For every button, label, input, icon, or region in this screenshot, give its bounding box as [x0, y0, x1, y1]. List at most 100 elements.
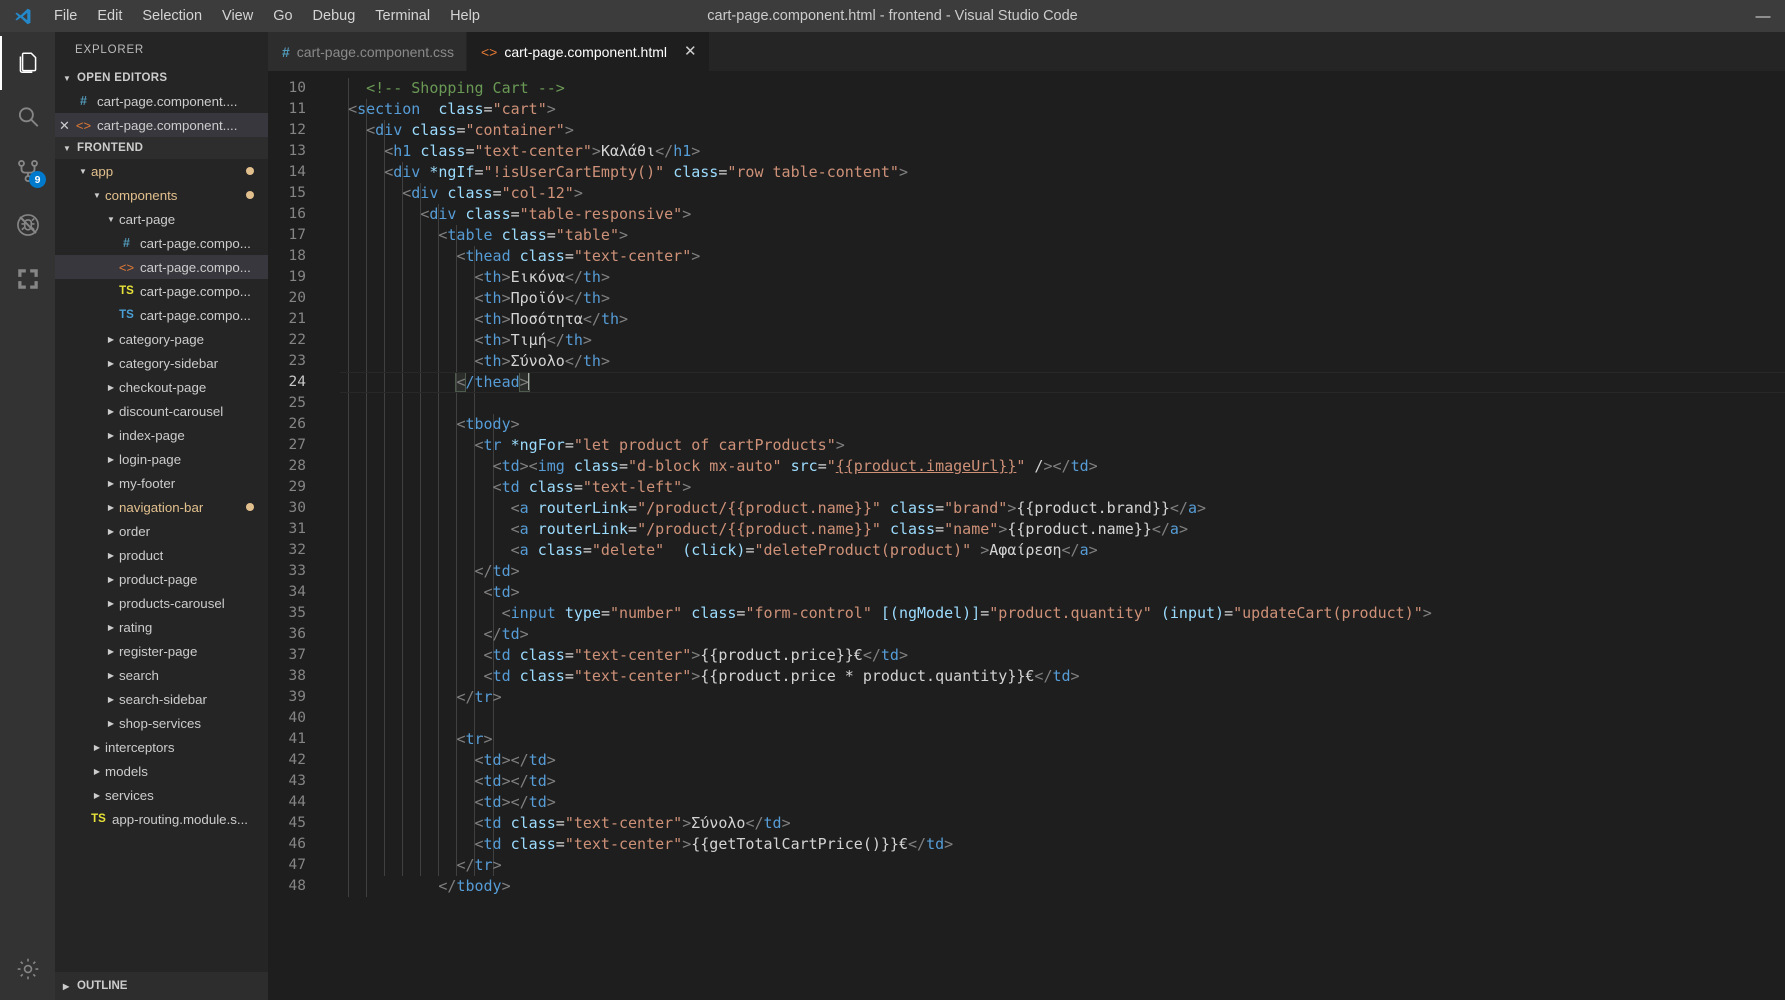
minimize-button[interactable]: —: [1741, 0, 1785, 32]
line-number: 46: [288, 836, 306, 852]
tree-folder-components[interactable]: ▼ components: [55, 183, 268, 207]
activity-extensions-button[interactable]: [0, 252, 55, 306]
outline-header[interactable]: OUTLINE: [55, 972, 268, 1000]
tree-folder-rating[interactable]: ▶ rating: [55, 615, 268, 639]
tree-item-label: rating: [119, 619, 153, 635]
activity-settings-button[interactable]: [0, 946, 55, 1000]
editor-area: # cart-page.component.css <> cart-page.c…: [268, 32, 1785, 1000]
code-text: <td><img class="d-block mx-auto" src="{{…: [492, 457, 1098, 475]
line-number: 31: [288, 521, 306, 537]
tree-item-label: cart-page: [119, 211, 176, 227]
close-tab-icon[interactable]: ✕: [684, 44, 697, 59]
tree-folder-services[interactable]: ▶ services: [55, 783, 268, 807]
tree-folder-login-page[interactable]: ▶ login-page: [55, 447, 268, 471]
tree-folder-register-page[interactable]: ▶ register-page: [55, 639, 268, 663]
code-line: 37 <td class="text-center">{{product.pri…: [268, 645, 1785, 666]
chevron-right-icon: ▶: [107, 334, 115, 344]
code-line: 22 <th>Τιμή</th>: [268, 330, 1785, 351]
menu-edit[interactable]: Edit: [87, 1, 132, 31]
open-editor-item-css[interactable]: # cart-page.component....: [55, 89, 268, 113]
tree-item-label: components: [105, 187, 178, 203]
line-number: 27: [288, 437, 306, 453]
tree-folder-my-footer[interactable]: ▶ my-footer: [55, 471, 268, 495]
tree-folder-discount-carousel[interactable]: ▶ discount-carousel: [55, 399, 268, 423]
chevron-right-icon: ▶: [107, 718, 115, 728]
close-icon[interactable]: ✕: [55, 119, 74, 132]
line-number: 19: [288, 269, 306, 285]
tree-file-cart-page-compo-[interactable]: # cart-page.compo...: [55, 231, 268, 255]
line-number: 11: [288, 101, 306, 117]
tree-folder-product-page[interactable]: ▶ product-page: [55, 567, 268, 591]
tree-folder-models[interactable]: ▶ models: [55, 759, 268, 783]
open-editor-item-html[interactable]: ✕ <> cart-page.component....: [55, 113, 268, 137]
workspace-header[interactable]: FRONTEND: [55, 137, 268, 159]
tree-folder-cart-page[interactable]: ▼ cart-page: [55, 207, 268, 231]
chevron-right-icon: ▶: [93, 742, 101, 752]
code-text: <a routerLink="/product/{{product.name}}…: [510, 520, 1188, 538]
tree-folder-order[interactable]: ▶ order: [55, 519, 268, 543]
tree-folder-shop-services[interactable]: ▶ shop-services: [55, 711, 268, 735]
tree-folder-index-page[interactable]: ▶ index-page: [55, 423, 268, 447]
tree-folder-product[interactable]: ▶ product: [55, 543, 268, 567]
line-number: 14: [288, 164, 306, 180]
code-editor[interactable]: 10 <!-- Shopping Cart --> 11 <section cla…: [268, 71, 1785, 1000]
tree-file-cart-page-compo-[interactable]: TS cart-page.compo...: [55, 303, 268, 327]
line-number: 38: [288, 668, 306, 684]
menu-help[interactable]: Help: [440, 1, 490, 31]
tree-file-app-routing-module-s-[interactable]: TS app-routing.module.s...: [55, 807, 268, 831]
vscode-logo-icon: [0, 7, 44, 26]
tree-item-label: cart-page.compo...: [140, 259, 251, 275]
line-number: 10: [288, 80, 306, 96]
open-editors-label: OPEN EDITORS: [77, 72, 168, 84]
activity-explorer-button[interactable]: [0, 36, 55, 90]
chevron-right-icon: ▶: [107, 430, 115, 440]
code-text: <tbody>: [456, 415, 520, 433]
tree-folder-app[interactable]: ▼ app: [55, 159, 268, 183]
code-line: 28 <td><img class="d-block mx-auto" src=…: [268, 456, 1785, 477]
workspace-label: FRONTEND: [77, 142, 144, 154]
tab-cart-page-css[interactable]: # cart-page.component.css: [268, 32, 467, 71]
open-editor-label: cart-page.component....: [97, 117, 238, 133]
menu-view[interactable]: View: [212, 1, 263, 31]
code-line: 18 <thead class="text-center">: [268, 246, 1785, 267]
menu-terminal[interactable]: Terminal: [365, 1, 440, 31]
line-number: 40: [288, 710, 306, 726]
code-text: <th>Ποσότητα</th>: [474, 310, 629, 328]
html-file-icon: <>: [481, 43, 498, 60]
tree-item-label: search: [119, 667, 159, 683]
menu-file[interactable]: File: [44, 1, 87, 31]
activity-source-control-button[interactable]: 9: [0, 144, 55, 198]
tree-folder-category-sidebar[interactable]: ▶ category-sidebar: [55, 351, 268, 375]
line-number: 28: [288, 458, 306, 474]
tree-folder-interceptors[interactable]: ▶ interceptors: [55, 735, 268, 759]
menu-debug[interactable]: Debug: [303, 1, 366, 31]
code-text: <tr *ngFor="let product of cartProducts"…: [474, 436, 845, 454]
tree-folder-products-carousel[interactable]: ▶ products-carousel: [55, 591, 268, 615]
tree-file-cart-page-compo-[interactable]: TS cart-page.compo...: [55, 279, 268, 303]
line-number: 26: [288, 416, 306, 432]
code-text: <th>Εικόνα</th>: [474, 268, 610, 286]
code-line: 36 </td>: [268, 624, 1785, 645]
tree-folder-category-page[interactable]: ▶ category-page: [55, 327, 268, 351]
tree-folder-checkout-page[interactable]: ▶ checkout-page: [55, 375, 268, 399]
menu-go[interactable]: Go: [263, 1, 302, 31]
code-line: 33 </td>: [268, 561, 1785, 582]
chevron-right-icon: ▶: [107, 622, 115, 632]
chevron-right-icon: ▶: [107, 454, 115, 464]
open-editors-header[interactable]: OPEN EDITORS: [55, 67, 268, 89]
tab-cart-page-html[interactable]: <> cart-page.component.html ✕: [467, 32, 710, 71]
line-number: 12: [288, 122, 306, 138]
file-tree: ▼ app ▼ components ▼ cart-page # cart-page.comp…: [55, 159, 268, 831]
tree-file-cart-page-compo-[interactable]: <> cart-page.compo...: [55, 255, 268, 279]
code-text: <div class="col-12">: [402, 184, 583, 202]
tree-folder-search[interactable]: ▶ search: [55, 663, 268, 687]
menu-selection[interactable]: Selection: [132, 1, 212, 31]
text-cursor: [527, 372, 530, 390]
tree-item-label: my-footer: [119, 475, 176, 491]
tree-folder-search-sidebar[interactable]: ▶ search-sidebar: [55, 687, 268, 711]
code-text: <thead class="text-center">: [456, 247, 701, 265]
activity-search-button[interactable]: [0, 90, 55, 144]
activity-run-debug-button[interactable]: [0, 198, 55, 252]
line-number: 23: [288, 353, 306, 369]
tree-folder-navigation-bar[interactable]: ▶ navigation-bar: [55, 495, 268, 519]
